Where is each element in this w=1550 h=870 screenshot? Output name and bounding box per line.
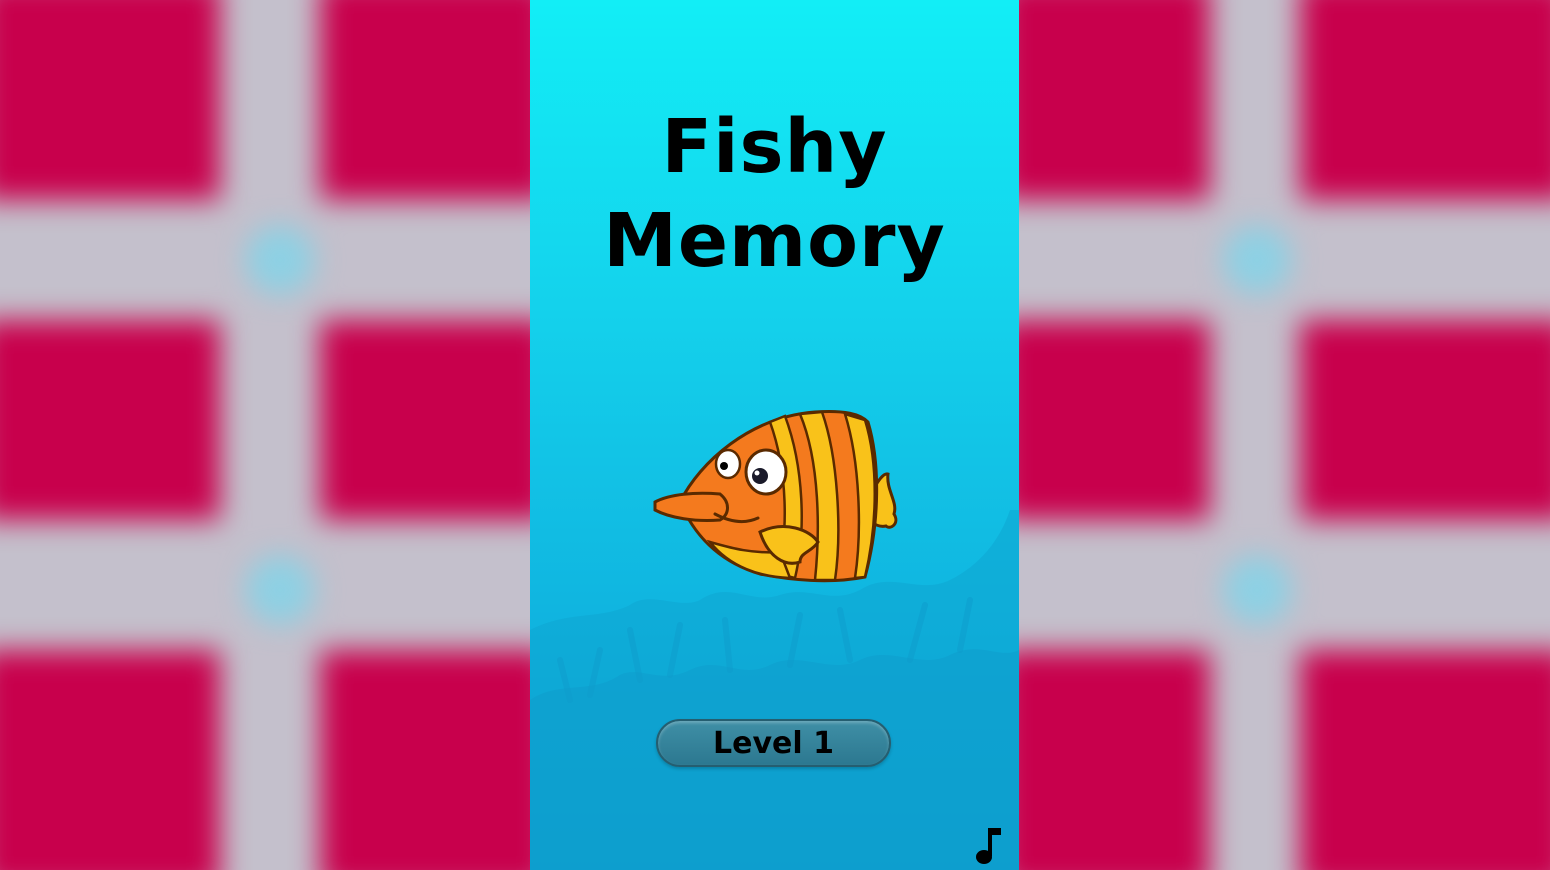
fish-icon	[653, 410, 898, 583]
page: Fishy Memory Level 1	[0, 0, 1550, 870]
game-title: Fishy Memory	[530, 100, 1019, 288]
music-note-icon[interactable]	[973, 826, 1003, 866]
level-1-button[interactable]: Level 1	[656, 719, 891, 767]
game-screen: Fishy Memory Level 1	[530, 0, 1019, 870]
title-line-1: Fishy	[661, 104, 888, 190]
title-line-2: Memory	[603, 198, 946, 284]
